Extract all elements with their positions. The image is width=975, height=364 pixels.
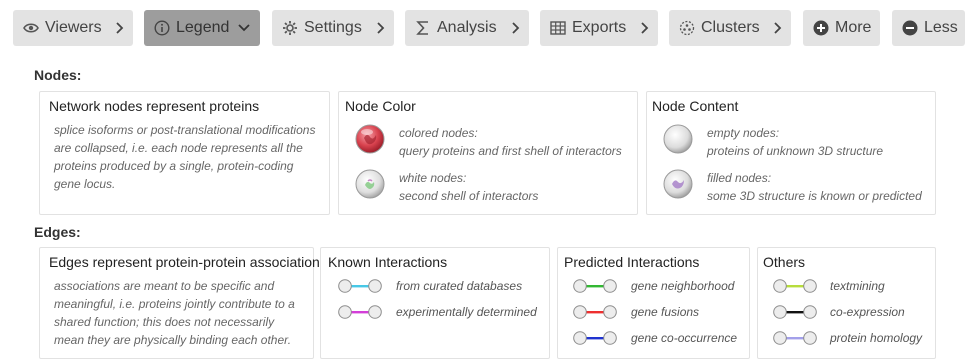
- sigma-icon: [415, 20, 431, 36]
- nodes-intro-text: splice isoforms or post-translational mo…: [54, 123, 316, 191]
- info-icon: [154, 20, 170, 36]
- known-interaction-label: experimentally determined: [396, 305, 537, 319]
- white-nodes-line1: white nodes:: [399, 171, 467, 185]
- filled-nodes-label: filled nodes: some 3D structure is known…: [707, 169, 922, 205]
- clusters-button[interactable]: Clusters: [669, 10, 791, 46]
- clusters-label: Clusters: [701, 19, 760, 36]
- known-interactions-box: Known Interactions from curated database…: [320, 247, 550, 359]
- known-interaction-label: from curated databases: [396, 279, 523, 293]
- predicted-interaction-row: gene neighborhood: [558, 275, 749, 299]
- edges-intro-text: associations are meant to be specific an…: [54, 279, 295, 347]
- chevron-right-icon: [774, 22, 782, 34]
- legend-label: Legend: [176, 19, 230, 36]
- edges-section-label: Edges:: [34, 224, 81, 240]
- predicted-interaction-row: gene fusions: [558, 301, 749, 325]
- empty-nodes-label: empty nodes: proteins of unknown 3D stru…: [707, 124, 883, 160]
- white-node-icon: [355, 169, 385, 199]
- predicted-interaction-label: gene co-occurrence: [631, 331, 738, 345]
- eye-icon: [23, 20, 39, 36]
- colored-nodes-line1: colored nodes:: [399, 126, 478, 140]
- analysis-label: Analysis: [437, 19, 497, 36]
- edge-line-icon: [573, 331, 617, 345]
- exports-label: Exports: [572, 19, 627, 36]
- filled-nodes-line2: some 3D structure is known or predicted: [707, 189, 922, 203]
- other-interaction-row: protein homology: [758, 327, 935, 351]
- predicted-interaction-row: gene co-occurrence: [558, 327, 749, 351]
- known-interaction-row: experimentally determined: [321, 301, 549, 325]
- node-color-box: Node Color colored nodes: query proteins…: [338, 91, 638, 215]
- exports-button[interactable]: Exports: [540, 10, 658, 46]
- colored-nodes-line2: query proteins and first shell of intera…: [399, 144, 622, 158]
- settings-label: Settings: [304, 19, 362, 36]
- chevron-down-icon: [238, 24, 250, 32]
- cluster-icon: [679, 20, 695, 36]
- edge-line-icon: [773, 305, 817, 319]
- plus-circle-icon: [813, 20, 829, 36]
- edges-intro-box: Edges represent protein-protein associat…: [39, 247, 327, 359]
- edge-line-icon: [573, 279, 617, 293]
- settings-button[interactable]: Settings: [272, 10, 394, 46]
- white-nodes-label: white nodes: second shell of interactors: [399, 169, 538, 205]
- predicted-interaction-label: gene fusions: [631, 305, 700, 319]
- predicted-interactions-box: Predicted Interactions gene neighborhood…: [557, 247, 750, 359]
- edge-line-icon: [773, 331, 817, 345]
- other-interaction-label: textmining: [830, 279, 885, 293]
- white-nodes-line2: second shell of interactors: [399, 189, 539, 203]
- nodes-section-label: Nodes:: [34, 67, 82, 83]
- other-interaction-label: co-expression: [830, 305, 905, 319]
- less-label: Less: [924, 19, 958, 36]
- less-button[interactable]: Less: [892, 10, 965, 46]
- colored-node-icon: [355, 124, 385, 154]
- chevron-right-icon: [377, 22, 385, 34]
- other-interaction-row: textmining: [758, 275, 935, 299]
- edge-line-icon: [338, 305, 382, 319]
- edge-line-icon: [573, 305, 617, 319]
- edges-intro-title: Edges represent protein-protein associat…: [49, 254, 327, 270]
- empty-nodes-line2: proteins of unknown 3D structure: [707, 144, 884, 158]
- nodes-intro-box: Network nodes represent proteins splice …: [39, 91, 330, 215]
- empty-nodes-line1: empty nodes:: [707, 126, 780, 140]
- predicted-interaction-label: gene neighborhood: [631, 279, 735, 293]
- viewers-label: Viewers: [45, 19, 102, 36]
- chevron-right-icon: [512, 22, 520, 34]
- known-interaction-row: from curated databases: [321, 275, 549, 299]
- others-box: Others textmining co-expression protein ho…: [757, 247, 936, 359]
- chevron-right-icon: [641, 22, 649, 34]
- more-button[interactable]: More: [803, 10, 880, 46]
- table-icon: [550, 20, 566, 36]
- other-interaction-row: co-expression: [758, 301, 935, 325]
- edge-line-icon: [338, 279, 382, 293]
- more-label: More: [835, 19, 872, 36]
- viewers-button[interactable]: Viewers: [13, 10, 133, 46]
- node-content-box: Node Content empty nodes: proteins of un…: [646, 91, 936, 215]
- legend-button[interactable]: Legend: [144, 10, 260, 46]
- filled-node-icon: [663, 169, 693, 199]
- predicted-interactions-title: Predicted Interactions: [564, 254, 700, 270]
- legend-toolbar: Viewers Legend Settings Analysis Exports: [0, 0, 975, 56]
- empty-node-icon: [663, 124, 693, 154]
- known-interactions-title: Known Interactions: [328, 254, 448, 270]
- other-interaction-label: protein homology: [830, 331, 923, 345]
- others-title: Others: [763, 254, 806, 270]
- minus-circle-icon: [902, 20, 918, 36]
- analysis-button[interactable]: Analysis: [405, 10, 529, 46]
- edge-line-icon: [773, 279, 817, 293]
- filled-nodes-line1: filled nodes:: [707, 171, 772, 185]
- node-color-title: Node Color: [345, 98, 416, 114]
- chevron-right-icon: [116, 22, 124, 34]
- gear-icon: [282, 20, 298, 36]
- nodes-intro-title: Network nodes represent proteins: [49, 98, 260, 114]
- node-content-title: Node Content: [652, 98, 739, 114]
- colored-nodes-label: colored nodes: query proteins and first …: [399, 124, 622, 160]
